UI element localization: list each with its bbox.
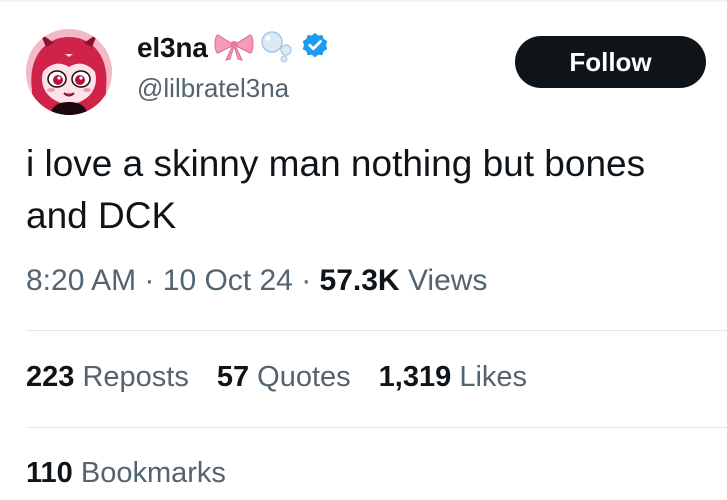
tweet-meta: 8:20 AM · 10 Oct 24 · 57.3K Views [26,264,487,298]
bubbles-emoji [260,29,294,68]
ribbon-emoji [214,31,254,66]
divider [26,427,727,428]
display-name[interactable]: el3na [137,32,208,64]
bookmarks-count: 110 [26,457,73,489]
avatar-illustration [26,29,112,115]
tweet-date[interactable]: 10 Oct 24 [163,264,293,297]
views-label: Views [407,264,488,297]
likes-label: Likes [459,361,528,393]
divider [26,330,727,331]
verified-badge-icon [300,31,330,66]
follow-button[interactable]: Follow [515,36,706,88]
meta-separator: · [144,264,155,297]
quotes-count: 57 [216,361,250,393]
engagement-stats: 223 Reposts 57 Quotes 1,319 Likes [26,361,527,394]
quotes-label: Quotes [257,361,351,393]
tweet-time[interactable]: 8:20 AM [26,264,136,297]
likes-stat[interactable]: 1,319 Likes [379,361,527,394]
author-handle[interactable]: @lilbratel3na [137,73,289,104]
reposts-label: Reposts [82,361,189,393]
likes-count: 1,319 [378,361,452,393]
views-count: 57.3K [319,264,400,297]
reposts-count: 223 [26,361,75,393]
bookmarks-stat[interactable]: 110 Bookmarks [26,457,226,490]
meta-separator: · [301,264,312,297]
reposts-stat[interactable]: 223 Reposts [26,361,189,394]
tweet-text: i love a skinny man nothing but bones an… [26,143,646,236]
avatar[interactable] [26,29,112,115]
quotes-stat[interactable]: 57 Quotes [217,361,351,394]
bookmarks-label: Bookmarks [80,457,226,489]
author-name-row: el3na [137,28,330,68]
top-divider [0,0,727,2]
